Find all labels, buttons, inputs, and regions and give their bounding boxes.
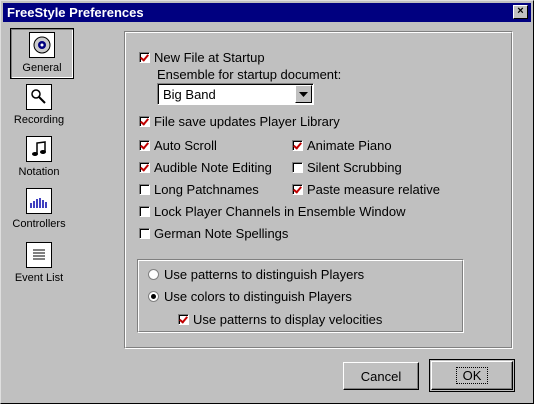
- category-label: Controllers: [12, 218, 66, 230]
- german-note-spellings-checkbox[interactable]: German Note Spellings: [139, 226, 288, 241]
- radio-label: Use colors to distinguish Players: [164, 289, 352, 304]
- new-file-at-startup-checkbox[interactable]: New File at Startup: [139, 50, 265, 65]
- category-notation[interactable]: Notation: [11, 136, 67, 178]
- close-button[interactable]: ×: [513, 5, 528, 19]
- cancel-button[interactable]: Cancel: [343, 362, 419, 390]
- checkbox-label: File save updates Player Library: [154, 114, 340, 129]
- auto-scroll-checkbox[interactable]: Auto Scroll: [139, 138, 217, 153]
- checkbox-label: Animate Piano: [307, 138, 392, 153]
- checkbox-box[interactable]: [178, 314, 189, 325]
- cancel-label: Cancel: [360, 368, 402, 384]
- category-event-list[interactable]: Event List: [11, 242, 67, 284]
- checkbox-box[interactable]: [139, 184, 150, 195]
- checkbox-box[interactable]: [139, 140, 150, 151]
- ok-label: OK: [455, 367, 489, 384]
- radio-button[interactable]: [148, 269, 159, 280]
- checkbox-label: Long Patchnames: [154, 182, 259, 197]
- radio-label: Use patterns to distinguish Players: [164, 267, 365, 282]
- event-list-icon: [26, 242, 52, 268]
- checkbox-label: Silent Scrubbing: [307, 160, 402, 175]
- checkbox-box[interactable]: [292, 184, 303, 195]
- category-recording[interactable]: Recording: [11, 84, 67, 126]
- checkbox-label: Auto Scroll: [154, 138, 217, 153]
- music-note-icon: [26, 136, 52, 162]
- preferences-dialog: FreeStyle Preferences × General Recordin…: [0, 0, 534, 404]
- silent-scrubbing-checkbox[interactable]: Silent Scrubbing: [292, 160, 402, 175]
- ensemble-select-value: Big Band: [163, 87, 216, 102]
- controllers-graph-icon: [26, 188, 52, 214]
- dropdown-arrow-icon[interactable]: [295, 85, 312, 103]
- category-label: Event List: [14, 272, 64, 284]
- ok-button[interactable]: OK: [429, 359, 515, 392]
- animate-piano-checkbox[interactable]: Animate Piano: [292, 138, 392, 153]
- radio-button[interactable]: [148, 291, 159, 302]
- category-label: General: [22, 62, 62, 74]
- checkbox-label: Use patterns to display velocities: [193, 312, 383, 327]
- long-patchnames-checkbox[interactable]: Long Patchnames: [139, 182, 259, 197]
- window-title: FreeStyle Preferences: [7, 5, 144, 20]
- ensemble-select[interactable]: Big Band: [157, 83, 314, 105]
- checkbox-box[interactable]: [139, 206, 150, 217]
- checkbox-box[interactable]: [139, 116, 150, 127]
- checkbox-label: New File at Startup: [154, 50, 265, 65]
- category-controllers[interactable]: Controllers: [11, 188, 67, 230]
- checkbox-box[interactable]: [292, 140, 303, 151]
- paste-measure-relative-checkbox[interactable]: Paste measure relative: [292, 182, 440, 197]
- palette-icon: [29, 32, 55, 58]
- category-general[interactable]: General: [10, 28, 74, 79]
- checkbox-box[interactable]: [139, 162, 150, 173]
- audible-note-editing-checkbox[interactable]: Audible Note Editing: [139, 160, 272, 175]
- close-icon: ×: [517, 5, 524, 17]
- ensemble-label: Ensemble for startup document:: [157, 67, 341, 82]
- checkbox-box[interactable]: [139, 52, 150, 63]
- ensemble-label-text: Ensemble for startup document:: [157, 67, 342, 82]
- checkbox-label: Audible Note Editing: [154, 160, 272, 175]
- lock-player-channels-checkbox[interactable]: Lock Player Channels in Ensemble Window: [139, 204, 405, 219]
- file-save-updates-checkbox[interactable]: File save updates Player Library: [139, 114, 340, 129]
- use-patterns-radio[interactable]: Use patterns to distinguish Players: [148, 267, 364, 282]
- category-label: Notation: [18, 166, 60, 178]
- microphone-icon: [26, 84, 52, 110]
- checkbox-box[interactable]: [292, 162, 303, 173]
- title-bar[interactable]: FreeStyle Preferences ×: [3, 3, 531, 22]
- category-label: Recording: [13, 114, 65, 126]
- checkbox-label: Lock Player Channels in Ensemble Window: [154, 204, 406, 219]
- checkbox-label: Paste measure relative: [307, 182, 440, 197]
- use-colors-radio[interactable]: Use colors to distinguish Players: [148, 289, 352, 304]
- velocity-patterns-checkbox[interactable]: Use patterns to display velocities: [178, 312, 382, 327]
- checkbox-box[interactable]: [139, 228, 150, 239]
- checkbox-label: German Note Spellings: [154, 226, 289, 241]
